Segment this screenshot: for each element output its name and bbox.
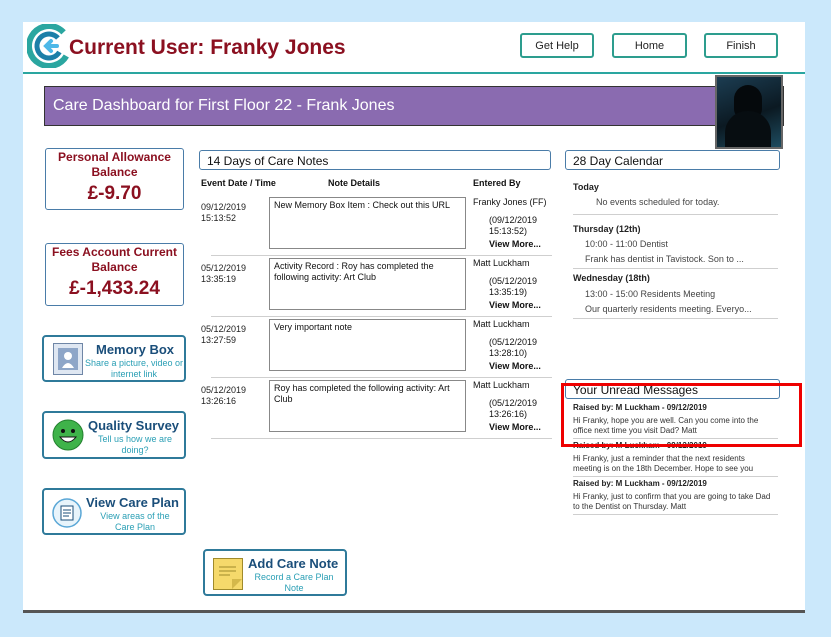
note-date: 05/12/2019 13:27:59: [201, 324, 247, 345]
column-header-entered: Entered By: [473, 178, 521, 188]
calendar-today-text: No events scheduled for today.: [596, 197, 720, 207]
calendar-event-text[interactable]: Frank has dentist in Tavistock. Son to .…: [585, 254, 744, 264]
calendar-day-label: Thursday (12th): [573, 224, 641, 234]
note-author: Franky Jones (FF): [473, 197, 547, 207]
memory-box-tile[interactable]: Memory Box Share a picture, video or int…: [42, 335, 186, 382]
add-care-note-tile[interactable]: Add Care Note Record a Care Plan Note: [203, 549, 347, 596]
banner-title: Care Dashboard for First Floor 22 - Fran…: [53, 97, 395, 114]
note-details-box[interactable]: Roy has completed the following activity…: [269, 380, 466, 432]
dashboard-page: Current User: Franky Jones Get Help Home…: [23, 22, 805, 613]
note-details-box[interactable]: Very important note: [269, 319, 466, 371]
calendar-title: 28 Day Calendar: [573, 154, 664, 168]
view-more-link[interactable]: View More...: [489, 300, 541, 310]
care-plan-document-icon: [52, 498, 82, 533]
picture-frame-icon: [53, 343, 83, 375]
row-divider: [211, 377, 552, 378]
calendar-header: 28 Day Calendar: [565, 150, 780, 170]
calendar-day-label: Wednesday (18th): [573, 273, 650, 283]
row-divider: [211, 438, 552, 439]
home-button[interactable]: Home: [612, 33, 687, 58]
note-entered-time: (09/12/2019 15:13:52): [489, 215, 538, 236]
view-more-link[interactable]: View More...: [489, 239, 541, 249]
allowance-value: £-9.70: [87, 183, 142, 204]
care-notes-header: 14 Days of Care Notes: [199, 150, 551, 170]
highlight-box: [561, 383, 802, 447]
calendar-divider: [573, 214, 778, 215]
fees-label: Fees Account Current Balance: [52, 245, 177, 274]
calendar-divider: [573, 318, 778, 319]
calendar-today-label: Today: [573, 182, 599, 192]
note-author: Matt Luckham: [473, 380, 530, 390]
current-user-title: Current User: Franky Jones: [69, 36, 346, 59]
quality-survey-tile[interactable]: Quality Survey Tell us how we are doing?: [42, 411, 186, 459]
smiley-face-icon: [52, 419, 84, 456]
calendar-event-text[interactable]: Our quarterly residents meeting. Everyo.…: [585, 304, 752, 314]
memory-box-subtitle: Share a picture, video or internet link: [84, 358, 184, 379]
note-entered-time: (05/12/2019 13:28:10): [489, 337, 538, 358]
finish-button[interactable]: Finish: [704, 33, 778, 58]
view-more-link[interactable]: View More...: [489, 422, 541, 432]
message-body[interactable]: Hi Franky, just to confirm that you are …: [573, 492, 773, 512]
personal-allowance-box: Personal Allowance Balance £-9.70: [45, 148, 184, 210]
view-more-link[interactable]: View More...: [489, 361, 541, 371]
care-notes-title: 14 Days of Care Notes: [207, 154, 329, 168]
note-date: 05/12/2019 13:35:19: [201, 263, 247, 284]
message-divider: [573, 514, 778, 515]
dashboard-banner: Care Dashboard for First Floor 22 - Fran…: [44, 86, 784, 126]
note-entered-time: (05/12/2019 13:35:19): [489, 276, 538, 297]
memory-box-title: Memory Box: [96, 342, 175, 357]
message-raised-by: Raised by: M Luckham - 09/12/2019: [573, 479, 707, 488]
note-date: 05/12/2019 13:26:16: [201, 385, 247, 406]
note-details-box[interactable]: Activity Record : Roy has completed the …: [269, 258, 466, 310]
fees-account-box: Fees Account Current Balance £-1,433.24: [45, 243, 184, 306]
row-divider: [211, 255, 552, 256]
message-divider: [573, 476, 778, 477]
row-divider: [211, 316, 552, 317]
header-divider: [23, 72, 805, 74]
column-header-date: Event Date / Time: [201, 178, 276, 188]
resident-photo: [715, 75, 783, 149]
get-help-button[interactable]: Get Help: [520, 33, 594, 58]
column-header-details: Note Details: [328, 178, 381, 188]
note-date: 09/12/2019 15:13:52: [201, 202, 247, 223]
note-author: Matt Luckham: [473, 258, 530, 268]
quality-survey-subtitle: Tell us how we are doing?: [97, 434, 173, 455]
add-care-note-subtitle: Record a Care Plan Note: [254, 572, 334, 593]
app-logo-icon: [26, 23, 72, 69]
calendar-event-time[interactable]: 13:00 - 15:00 Residents Meeting: [585, 289, 715, 299]
add-care-note-title: Add Care Note: [248, 556, 339, 571]
note-author: Matt Luckham: [473, 319, 530, 329]
calendar-event-time[interactable]: 10:00 - 11:00 Dentist: [585, 239, 668, 249]
quality-survey-title: Quality Survey: [88, 418, 180, 433]
note-details-box[interactable]: New Memory Box Item : Check out this URL: [269, 197, 466, 249]
note-pad-icon: [213, 558, 243, 590]
view-care-plan-title: View Care Plan: [86, 495, 179, 510]
allowance-label: Personal Allowance Balance: [58, 150, 171, 179]
view-care-plan-tile[interactable]: View Care Plan View areas of the Care Pl…: [42, 488, 186, 535]
note-entered-time: (05/12/2019 13:26:16): [489, 398, 538, 419]
calendar-divider: [573, 268, 778, 269]
fees-value: £-1,433.24: [69, 278, 160, 299]
message-body[interactable]: Hi Franky, just a reminder that the next…: [573, 454, 773, 474]
view-care-plan-subtitle: View areas of the Care Plan: [100, 511, 170, 532]
